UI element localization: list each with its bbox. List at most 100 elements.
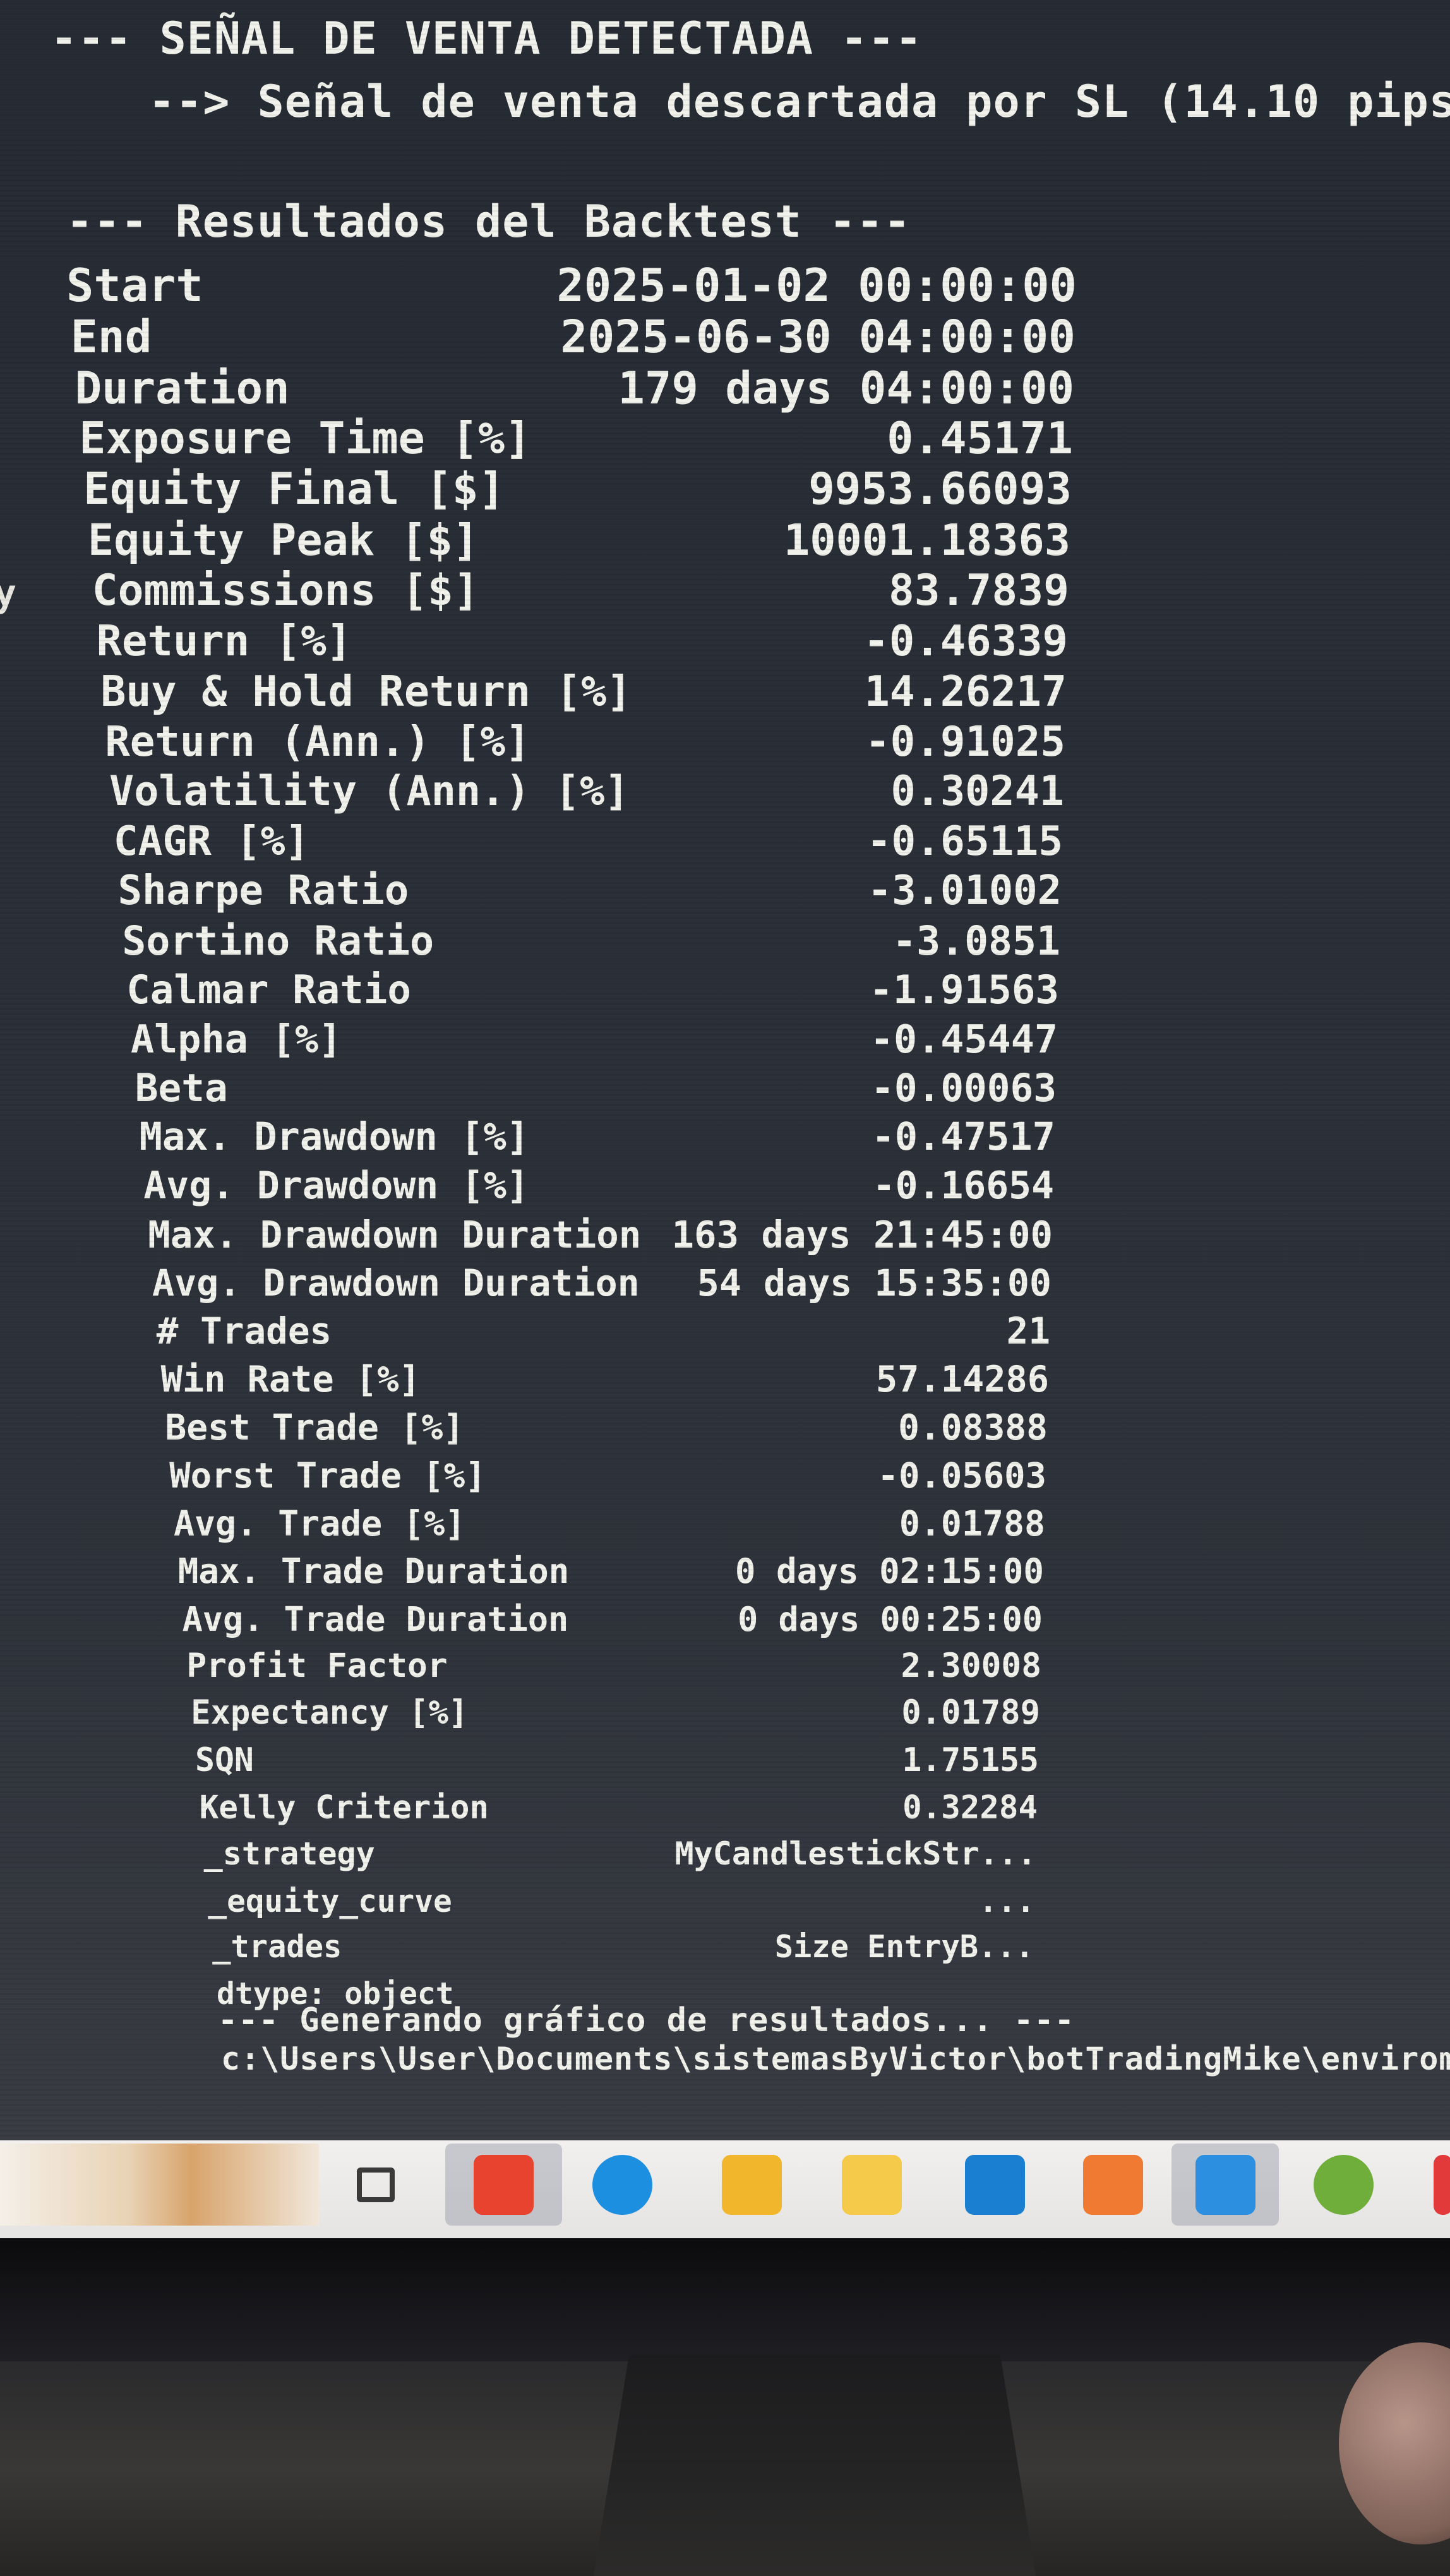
stat-value: 0.32284 [902,1788,1038,1826]
stat-row: SQN 1.75155 [0,1741,1450,1780]
stat-row: Worst Trade [%] -0.05603 [0,1455,1450,1498]
stat-value: ... [978,1882,1035,1919]
stat-row: Commissions [$] 83.7839 [0,566,1450,617]
stat-row: Avg. Trade [%] 0.01788 [0,1503,1450,1545]
partial-red-icon[interactable] [1424,2144,1450,2226]
stat-label: Max. Trade Duration [177,1551,570,1591]
stat-row: Equity Final [$] 9953.66093 [0,464,1450,516]
stat-value: -3.01002 [867,867,1062,914]
stat-value: -0.00063 [871,1065,1057,1111]
stat-label: End [70,310,152,363]
stat-label: Avg. Trade [%] [174,1503,466,1544]
stat-label: Worst Trade [%] [169,1455,486,1496]
stat-row: CAGR [%] -0.65115 [0,818,1450,866]
stat-label: Duration [75,361,290,414]
stat-label: Sharpe Ratio [117,867,409,914]
stat-label: Calmar Ratio [126,967,411,1013]
stat-value: 0 days 00:25:00 [738,1599,1043,1639]
microsoft-store-icon[interactable] [821,2144,922,2226]
stat-label: Avg. Drawdown [%] [143,1164,529,1208]
stat-row: Volatility (Ann.) [%] 0.30241 [0,768,1450,817]
stat-label: Max. Drawdown Duration [148,1213,642,1257]
command-path: c:\Users\User\Documents\sistemasByVictor… [221,2041,1450,2077]
stat-row: Buy & Hold Return [%] 14.26217 [0,667,1450,717]
stat-row: Kelly Criterion 0.32284 [0,1789,1450,1827]
task-view-icon[interactable] [341,2144,410,2226]
stat-value: -0.05603 [877,1455,1046,1496]
stat-label: # Trades [156,1310,332,1353]
stat-row: Start 2025-01-02 00:00:00 [0,259,1450,313]
stat-row: Equity Peak [$] 10001.18363 [0,515,1450,567]
edge-icon[interactable] [572,2144,673,2226]
monitor-stand [594,2355,1036,2576]
stat-label: Return [%] [96,616,352,666]
stat-label: Buy & Hold Return [%] [100,667,632,717]
stat-label: _equity_curve [208,1882,452,1919]
stat-row: End 2025-06-30 04:00:00 [0,311,1450,365]
stat-label: Beta [135,1065,228,1111]
stat-row: Alpha [%] -0.45447 [0,1017,1450,1063]
stat-row: Beta -0.00063 [0,1066,1450,1112]
orange-app-icon[interactable] [1067,2144,1159,2226]
stat-value: 2.30008 [901,1647,1041,1685]
stat-label: Expectancy [%] [191,1694,469,1732]
stat-label: Best Trade [%] [165,1407,465,1448]
results-title: --- Resultados del Backtest --- [66,196,911,247]
stat-label: Max. Drawdown [%] [139,1114,530,1159]
stat-label: Alpha [%] [131,1016,342,1062]
stat-value: -0.91025 [865,717,1065,766]
vscode-icon[interactable] [1171,2144,1279,2226]
stat-value: -1.91563 [869,967,1060,1013]
signal-title: --- SEÑAL DE VENTA DETECTADA --- [51,13,923,64]
stat-value: -0.65115 [866,817,1063,865]
stat-value: 0.08388 [898,1407,1048,1448]
stat-label: Win Rate [%] [160,1359,421,1401]
file-explorer-icon[interactable] [701,2144,802,2226]
stat-value: 179 days 04:00:00 [618,361,1074,414]
stat-row: Max. Drawdown [%] -0.47517 [0,1115,1450,1160]
stat-value: Size EntryB... [774,1929,1034,1965]
stat-label: Start [66,259,203,312]
stat-value: 21 [1006,1310,1050,1353]
stat-value: MyCandlestickStr... [674,1835,1037,1873]
stat-label: Equity Peak [$] [88,515,479,566]
monitor-screen: --- SEÑAL DE VENTA DETECTADA --- --> Señ… [0,0,1450,2147]
stat-value: 0.30241 [890,767,1064,815]
outlook-icon[interactable] [944,2144,1045,2226]
opera-icon[interactable] [445,2144,562,2226]
stat-row: Max. Trade Duration 0 days 02:15:00 [0,1551,1450,1592]
tiger-wallpaper-icon[interactable] [0,2144,319,2226]
stat-value: 54 days 15:35:00 [697,1261,1052,1305]
stat-row: _strategy MyCandlestickStr... [0,1835,1450,1873]
stat-label: _strategy [203,1835,375,1873]
stat-value: 0.45171 [887,413,1073,465]
stat-row: Sharpe Ratio -3.01002 [0,868,1450,916]
stat-row: Best Trade [%] 0.08388 [0,1407,1450,1450]
stat-label: SQN [195,1741,254,1780]
signal-detail: --> Señal de venta descartada por SL (14… [148,76,1450,128]
stat-label: Exposure Time [%] [79,413,532,465]
stat-label: Commissions [$] [92,566,479,616]
stat-label: Equity Final [$] [83,463,505,515]
stat-row: Avg. Drawdown [%] -0.16654 [0,1164,1450,1210]
stat-value: 10001.18363 [783,515,1070,566]
stat-value: -0.47517 [872,1114,1055,1159]
stat-row: _trades Size EntryB... [0,1929,1450,1966]
stat-row: Max. Drawdown Duration 163 days 21:45:00 [0,1213,1450,1258]
terminal-output[interactable]: --- SEÑAL DE VENTA DETECTADA --- --> Señ… [0,0,1450,2140]
stat-value: 83.7839 [888,566,1069,616]
stat-label: Return (Ann.) [%] [105,717,530,766]
stat-label: Volatility (Ann.) [%] [109,767,630,815]
stat-row: Exposure Time [%] 0.45171 [0,413,1450,466]
stat-value: 57.14286 [875,1359,1049,1401]
stat-label: _trades [212,1929,342,1965]
stat-label: Sortino Ratio [122,917,434,964]
stat-row: _equity_curve... [0,1883,1450,1920]
metatrader-icon[interactable] [1291,2144,1396,2226]
stat-value: 163 days 21:45:00 [671,1213,1053,1257]
stat-row: Return [%] -0.46339 [0,616,1450,667]
stat-row: Profit Factor 2.30008 [0,1647,1450,1686]
stat-value: 9953.66093 [808,463,1072,515]
stat-row: Duration 179 days 04:00:00 [0,362,1450,415]
stat-value: 0 days 02:15:00 [734,1551,1044,1591]
